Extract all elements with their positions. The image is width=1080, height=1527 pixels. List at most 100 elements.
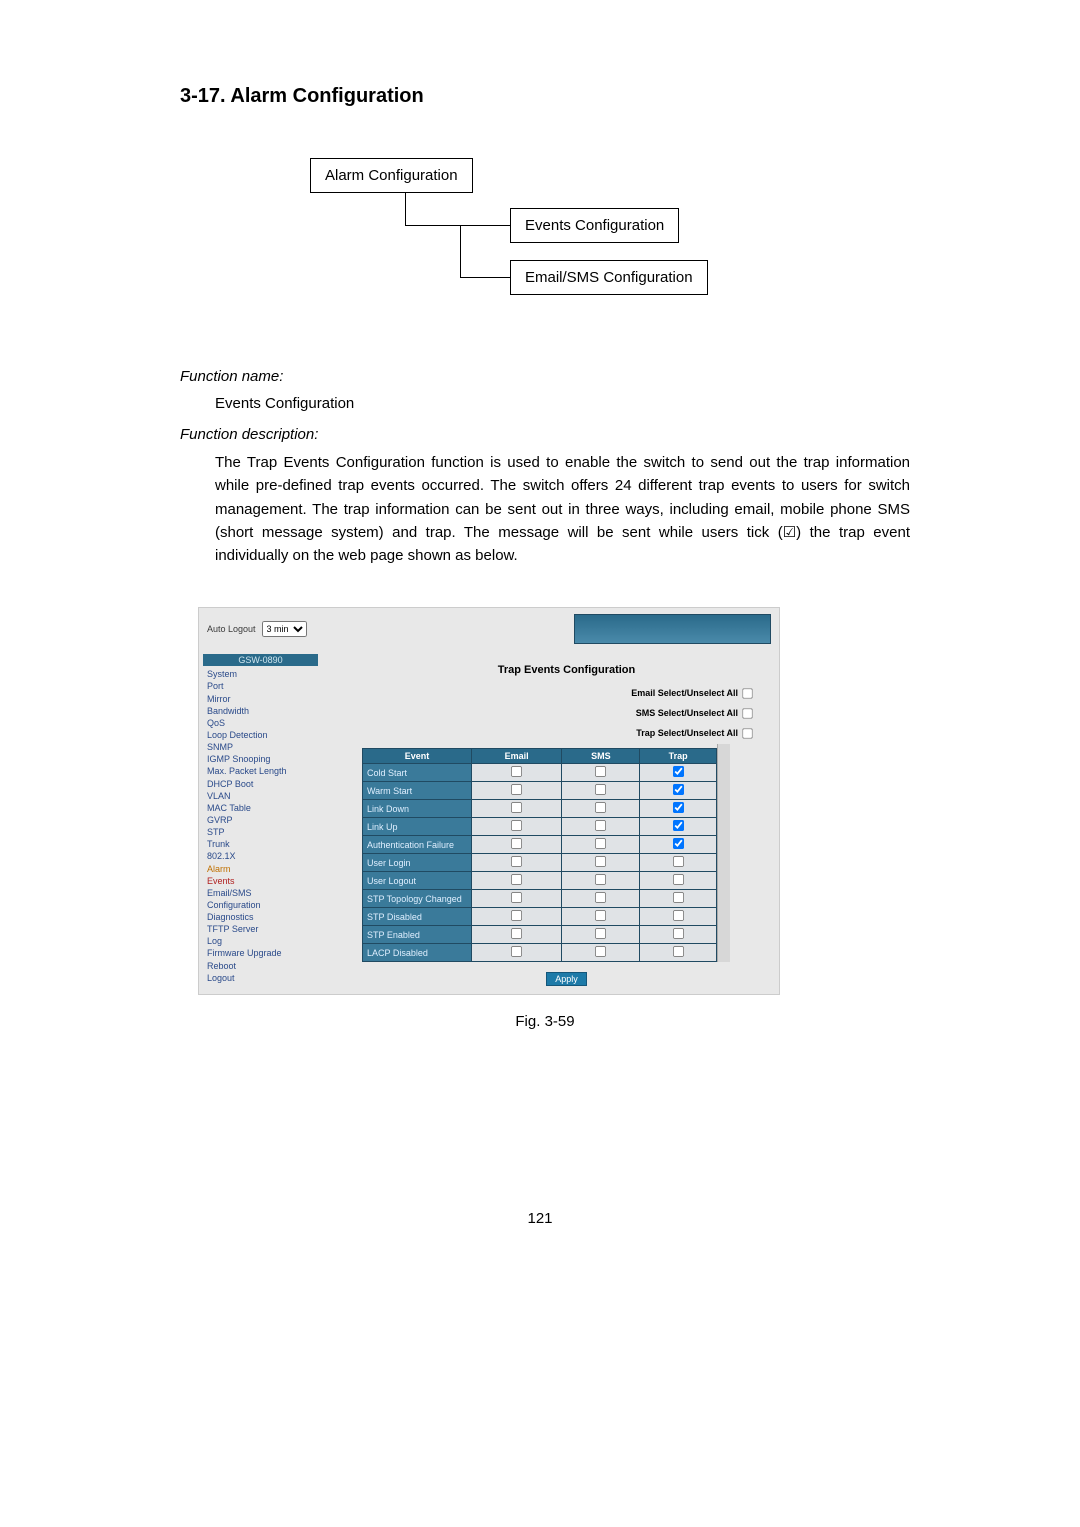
sidebar-item[interactable]: Mirror bbox=[203, 693, 318, 705]
sidebar-item[interactable]: Events bbox=[203, 875, 318, 887]
event-name: Link Down bbox=[363, 800, 472, 818]
sms-checkbox[interactable] bbox=[595, 910, 606, 921]
email-checkbox[interactable] bbox=[511, 856, 522, 867]
trap-select-all-checkbox[interactable] bbox=[742, 729, 752, 739]
email-select-all-checkbox[interactable] bbox=[742, 689, 752, 699]
table-row: Link Up bbox=[363, 818, 717, 836]
email-checkbox[interactable] bbox=[511, 820, 522, 831]
event-name: Authentication Failure bbox=[363, 836, 472, 854]
sms-checkbox[interactable] bbox=[595, 766, 606, 777]
sidebar-item[interactable]: SNMP bbox=[203, 741, 318, 753]
figure-caption: Fig. 3-59 bbox=[180, 1013, 910, 1030]
sidebar-item[interactable]: Diagnostics bbox=[203, 911, 318, 923]
sms-checkbox[interactable] bbox=[595, 820, 606, 831]
sidebar-item[interactable]: 802.1X bbox=[203, 850, 318, 862]
email-checkbox[interactable] bbox=[511, 784, 522, 795]
sms-checkbox[interactable] bbox=[595, 838, 606, 849]
email-checkbox[interactable] bbox=[511, 766, 522, 777]
sms-checkbox[interactable] bbox=[595, 802, 606, 813]
sidebar-item[interactable]: TFTP Server bbox=[203, 923, 318, 935]
event-name: User Login bbox=[363, 854, 472, 872]
sidebar-item[interactable]: Firmware Upgrade bbox=[203, 947, 318, 959]
table-row: User Logout bbox=[363, 872, 717, 890]
table-row: Cold Start bbox=[363, 764, 717, 782]
email-cell bbox=[472, 854, 562, 872]
trap-checkbox[interactable] bbox=[673, 928, 684, 939]
email-checkbox[interactable] bbox=[511, 874, 522, 885]
trap-events-title: Trap Events Configuration bbox=[362, 664, 771, 676]
email-checkbox[interactable] bbox=[511, 838, 522, 849]
sidebar-item[interactable]: Reboot bbox=[203, 960, 318, 972]
sidebar-item[interactable]: Bandwidth bbox=[203, 705, 318, 717]
event-name: Link Up bbox=[363, 818, 472, 836]
trap-checkbox[interactable] bbox=[673, 784, 684, 795]
sidebar-item[interactable]: Loop Detection bbox=[203, 729, 318, 741]
sidebar-item[interactable]: GVRP bbox=[203, 814, 318, 826]
sidebar: GSW-0890 SystemPortMirrorBandwidthQoSLoo… bbox=[199, 650, 322, 994]
email-cell bbox=[472, 818, 562, 836]
email-checkbox[interactable] bbox=[511, 892, 522, 903]
sms-checkbox[interactable] bbox=[595, 784, 606, 795]
auto-logout-select[interactable]: 3 min bbox=[262, 621, 307, 637]
sidebar-item[interactable]: Log bbox=[203, 935, 318, 947]
scrollbar[interactable] bbox=[717, 744, 730, 962]
trap-checkbox[interactable] bbox=[673, 802, 684, 813]
sidebar-item[interactable]: VLAN bbox=[203, 790, 318, 802]
email-checkbox[interactable] bbox=[511, 928, 522, 939]
email-cell bbox=[472, 944, 562, 962]
sms-checkbox[interactable] bbox=[595, 892, 606, 903]
sms-cell bbox=[562, 764, 640, 782]
page-number: 121 bbox=[0, 1210, 1080, 1227]
sms-select-all-checkbox[interactable] bbox=[742, 709, 752, 719]
table-row: LACP Disabled bbox=[363, 944, 717, 962]
sms-checkbox[interactable] bbox=[595, 856, 606, 867]
device-banner bbox=[574, 614, 771, 644]
sidebar-item[interactable]: QoS bbox=[203, 717, 318, 729]
event-name: STP Enabled bbox=[363, 926, 472, 944]
trap-checkbox[interactable] bbox=[673, 946, 684, 957]
sidebar-item[interactable]: Alarm bbox=[203, 863, 318, 875]
trap-checkbox[interactable] bbox=[673, 874, 684, 885]
function-desc-body: The Trap Events Configuration function i… bbox=[215, 451, 910, 567]
diagram-box-emailsms: Email/SMS Configuration bbox=[510, 260, 708, 295]
sidebar-item[interactable]: Max. Packet Length bbox=[203, 765, 318, 777]
sms-cell bbox=[562, 800, 640, 818]
sidebar-item[interactable]: MAC Table bbox=[203, 802, 318, 814]
sms-checkbox[interactable] bbox=[595, 928, 606, 939]
sidebar-item[interactable]: Email/SMS bbox=[203, 887, 318, 899]
table-row: STP Topology Changed bbox=[363, 890, 717, 908]
screenshot-panel: Auto Logout 3 min GSW-0890 SystemPortMir… bbox=[198, 607, 780, 995]
trap-cell bbox=[640, 854, 717, 872]
trap-cell bbox=[640, 764, 717, 782]
sidebar-item[interactable]: System bbox=[203, 668, 318, 680]
sms-cell bbox=[562, 908, 640, 926]
trap-checkbox[interactable] bbox=[673, 766, 684, 777]
apply-button[interactable]: Apply bbox=[546, 972, 587, 986]
trap-checkbox[interactable] bbox=[673, 838, 684, 849]
trap-checkbox[interactable] bbox=[673, 856, 684, 867]
email-checkbox[interactable] bbox=[511, 910, 522, 921]
trap-cell bbox=[640, 818, 717, 836]
th-sms: SMS bbox=[562, 749, 640, 764]
trap-checkbox[interactable] bbox=[673, 892, 684, 903]
sidebar-item[interactable]: Trunk bbox=[203, 838, 318, 850]
sidebar-item[interactable]: Configuration bbox=[203, 899, 318, 911]
function-desc-label: Function description: bbox=[180, 426, 910, 443]
sms-checkbox[interactable] bbox=[595, 874, 606, 885]
sidebar-item[interactable]: IGMP Snooping bbox=[203, 753, 318, 765]
sidebar-item[interactable]: DHCP Boot bbox=[203, 778, 318, 790]
event-name: User Logout bbox=[363, 872, 472, 890]
email-checkbox[interactable] bbox=[511, 946, 522, 957]
sms-select-all-label: SMS Select/Unselect All bbox=[636, 708, 738, 718]
sidebar-item[interactable]: STP bbox=[203, 826, 318, 838]
diagram-box-alarm: Alarm Configuration bbox=[310, 158, 473, 193]
email-cell bbox=[472, 782, 562, 800]
email-checkbox[interactable] bbox=[511, 802, 522, 813]
trap-checkbox[interactable] bbox=[673, 910, 684, 921]
sidebar-item[interactable]: Logout bbox=[203, 972, 318, 984]
table-row: STP Disabled bbox=[363, 908, 717, 926]
trap-cell bbox=[640, 800, 717, 818]
trap-checkbox[interactable] bbox=[673, 820, 684, 831]
sidebar-item[interactable]: Port bbox=[203, 680, 318, 692]
sms-checkbox[interactable] bbox=[595, 946, 606, 957]
